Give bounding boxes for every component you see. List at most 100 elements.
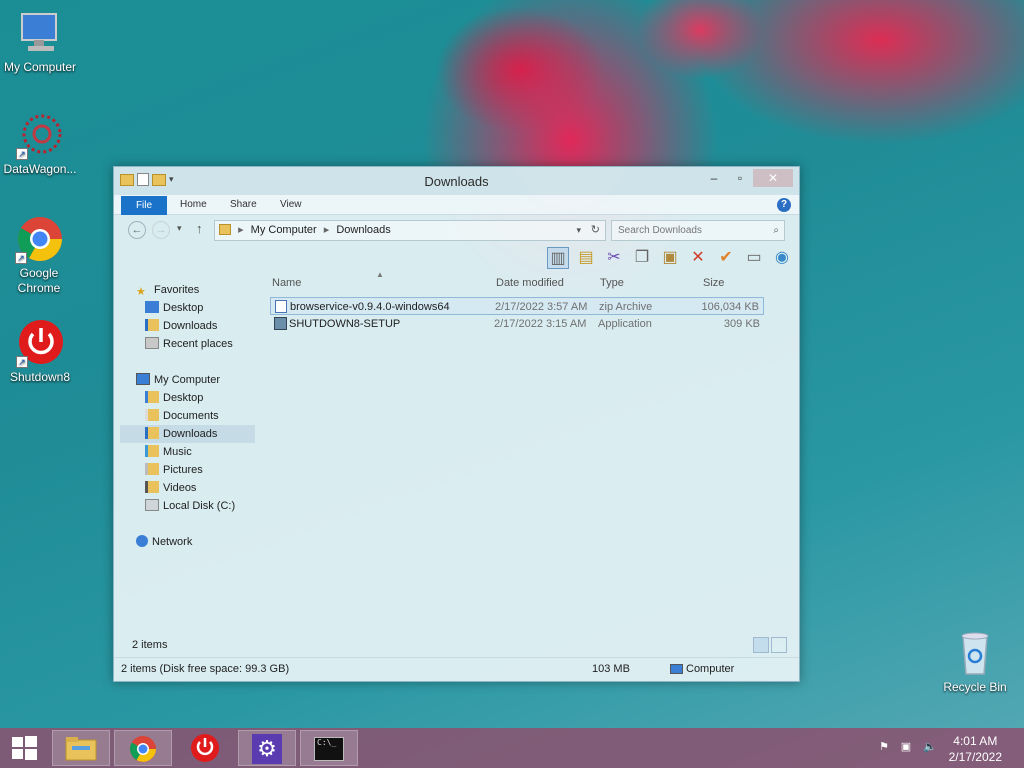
taskbar-file-explorer[interactable] — [52, 730, 110, 766]
breadcrumb-separator-icon: ▸ — [238, 224, 244, 236]
taskbar-chrome[interactable] — [114, 730, 172, 766]
up-button[interactable]: ↑ — [196, 221, 203, 236]
forward-button[interactable]: → — [152, 221, 170, 239]
chrome-icon: ↗ — [15, 216, 63, 264]
column-header-size[interactable]: Size — [703, 277, 724, 289]
rename-icon[interactable]: ✔ — [715, 247, 737, 269]
search-input[interactable]: Search Downloads ⌕ — [611, 220, 785, 241]
nav-item-music[interactable]: Music — [145, 443, 192, 461]
file-type: Application — [598, 318, 652, 330]
system-clock[interactable]: 4:01 AM 2/17/2022 — [949, 733, 1002, 765]
search-icon[interactable]: ⌕ — [773, 221, 779, 240]
breadcrumb-my-computer[interactable]: My Computer — [251, 224, 317, 236]
cut-icon[interactable]: ✂ — [603, 247, 625, 269]
tab-file[interactable]: File — [121, 196, 167, 215]
file-date: 2/17/2022 3:15 AM — [494, 318, 587, 330]
address-row: ← → ▾ ↑ ▸ My Computer ▸ Downloads ▾ ↻ Se… — [114, 219, 799, 243]
nav-label: Downloads — [163, 428, 218, 440]
help-icon[interactable]: ? — [777, 198, 791, 212]
properties-icon[interactable]: ▭ — [743, 247, 765, 269]
column-header-date-modified[interactable]: Date modified — [496, 277, 564, 289]
nav-label: Music — [163, 446, 192, 458]
refresh-icon[interactable]: ↻ — [591, 221, 600, 240]
taskbar-settings[interactable]: ⚙ — [238, 730, 296, 766]
minimize-button[interactable]: – — [701, 169, 727, 187]
volume-muted-icon[interactable]: 🔈 — [922, 740, 938, 756]
nav-label: Recent places — [163, 338, 233, 350]
start-button[interactable] — [0, 730, 48, 766]
nav-item-fav-desktop[interactable]: Desktop — [145, 299, 203, 317]
close-button[interactable]: ✕ — [753, 169, 793, 187]
breadcrumb-downloads[interactable]: Downloads — [336, 224, 390, 236]
clock-date: 2/17/2022 — [948, 750, 1002, 764]
file-row[interactable]: SHUTDOWN8-SETUP 2/17/2022 3:15 AM Applic… — [270, 315, 764, 333]
nav-item-videos[interactable]: Videos — [145, 479, 196, 497]
nav-label: Favorites — [154, 284, 200, 296]
column-header-name[interactable]: Name — [272, 277, 301, 289]
nav-network[interactable]: Network — [136, 533, 192, 551]
explorer-window[interactable]: ▾ Downloads – ▫ ✕ File Home Share View ?… — [113, 166, 800, 682]
back-button[interactable]: ← — [128, 221, 146, 239]
file-row[interactable]: browservice-v0.9.4.0-windows64 2/17/2022… — [270, 297, 764, 315]
nav-item-downloads[interactable]: Downloads — [120, 425, 255, 443]
file-type: zip Archive — [599, 301, 653, 313]
address-dropdown-icon[interactable]: ▾ — [576, 221, 581, 240]
ribbon-tabs: File Home Share View ? — [114, 195, 799, 215]
address-bar[interactable]: ▸ My Computer ▸ Downloads ▾ ↻ — [214, 220, 606, 241]
nav-item-recent-places[interactable]: Recent places — [145, 335, 233, 353]
action-center-flag-icon[interactable]: ⚑ — [876, 740, 892, 756]
taskbar-command-prompt[interactable]: C:\_ — [300, 730, 358, 766]
chrome-icon — [130, 736, 156, 762]
zip-file-icon — [275, 300, 287, 313]
file-size: 309 KB — [723, 318, 760, 330]
search-placeholder: Search Downloads — [618, 225, 702, 236]
window-title: Downloads — [424, 174, 489, 189]
nav-item-local-disk[interactable]: Local Disk (C:) — [145, 497, 235, 515]
navigation-pane: ★ Favorites Desktop Downloads Recent plac… — [120, 277, 256, 637]
preview-pane-icon[interactable]: ▥ — [547, 247, 569, 269]
details-view-icon[interactable] — [753, 637, 769, 653]
nav-favorites[interactable]: ★ Favorites — [136, 281, 199, 299]
taskbar-shutdown8[interactable] — [176, 730, 234, 766]
large-icons-view-icon[interactable] — [771, 637, 787, 653]
column-header-type[interactable]: Type — [600, 277, 624, 289]
nav-item-fav-downloads[interactable]: Downloads — [145, 317, 217, 335]
maximize-button[interactable]: ▫ — [727, 169, 753, 187]
nav-label: Network — [152, 536, 193, 548]
file-list: Name ▲ Date modified Type Size browservi… — [268, 270, 769, 637]
desktop-icon-recycle-bin[interactable]: Recycle Bin — [935, 630, 1015, 695]
nav-label: Downloads — [163, 320, 218, 332]
sharing-icon[interactable]: ◉ — [771, 247, 793, 269]
desktop-icon-datawagon[interactable]: ↗ DataWagon... — [0, 112, 80, 177]
desktop-icon-google-chrome[interactable]: ↗ Google Chrome — [0, 216, 78, 296]
nav-label: My Computer — [154, 374, 221, 386]
desktop-icon-my-computer[interactable]: My Computer — [0, 10, 80, 75]
drive-icon — [145, 499, 159, 511]
nav-item-desktop[interactable]: Desktop — [145, 389, 203, 407]
power-icon — [191, 734, 219, 762]
recent-locations-icon[interactable]: ▾ — [177, 223, 182, 234]
desktop-icon-shutdown8[interactable]: ↗ Shutdown8 — [0, 320, 80, 385]
organize-icon[interactable]: ▤ — [575, 247, 597, 269]
tab-share[interactable]: Share — [230, 199, 257, 210]
network-status-icon[interactable]: ▣ — [898, 740, 914, 756]
tab-view[interactable]: View — [280, 199, 302, 210]
desktop-icon-label: Google Chrome — [17, 266, 61, 295]
toolbar: ▥ ▤ ✂ ❐ ▣ ✕ ✔ ▭ ◉ — [514, 245, 793, 271]
pictures-folder-icon — [145, 463, 159, 475]
gear-icon: ⚙ — [252, 734, 282, 764]
shortcut-arrow-icon: ↗ — [16, 356, 28, 368]
clock-time: 4:01 AM — [953, 734, 998, 748]
tab-home[interactable]: Home — [180, 199, 207, 210]
nav-item-pictures[interactable]: Pictures — [145, 461, 203, 479]
title-bar[interactable]: ▾ Downloads – ▫ ✕ — [114, 167, 799, 195]
copy-icon[interactable]: ❐ — [631, 247, 653, 269]
nav-label: Videos — [163, 482, 197, 494]
paste-icon[interactable]: ▣ — [659, 247, 681, 269]
recent-places-icon — [145, 337, 159, 349]
nav-my-computer[interactable]: My Computer — [136, 371, 220, 389]
nav-label: Desktop — [163, 302, 204, 314]
delete-icon[interactable]: ✕ — [687, 247, 709, 269]
nav-item-documents[interactable]: Documents — [145, 407, 219, 425]
windows-logo-icon — [12, 736, 37, 760]
